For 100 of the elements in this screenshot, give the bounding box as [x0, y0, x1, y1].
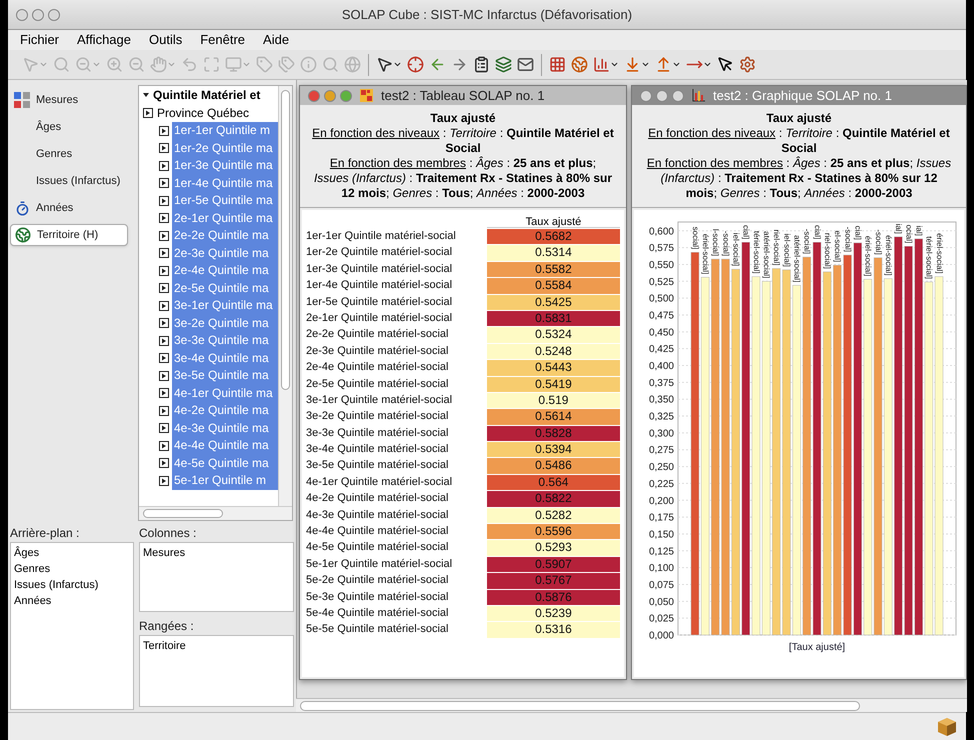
- tags-icon: [278, 56, 295, 73]
- tree-item[interactable]: 1er-1er Quintile m: [172, 122, 278, 140]
- tree-item[interactable]: 2e-1er Quintile ma: [172, 210, 278, 227]
- minimize-button[interactable]: [656, 90, 668, 102]
- window-title: SOLAP Cube : SIST-MC Infarctus (Défavorisation): [342, 6, 632, 24]
- tree-item[interactable]: 1er-5e Quintile ma: [172, 192, 278, 210]
- bar-label: ériel-social]: [864, 236, 873, 276]
- list-item[interactable]: Années: [14, 593, 130, 609]
- node-icon: [159, 300, 169, 311]
- bar-label: el-social]: [833, 230, 842, 262]
- close-button[interactable]: [640, 90, 652, 102]
- arrow-down-icon: [624, 56, 641, 73]
- tree-item[interactable]: 1er-3e Quintile ma: [172, 157, 278, 174]
- criteria-label[interactable]: En fonction des niveaux: [648, 126, 776, 140]
- criteria-label[interactable]: En fonction des niveaux: [312, 126, 440, 140]
- zoom-out-icon: [75, 56, 92, 73]
- horizontal-scrollbar[interactable]: [139, 506, 292, 520]
- menu-item[interactable]: Aide: [263, 30, 290, 50]
- tree-item[interactable]: 3e-3e Quintile ma: [172, 332, 278, 350]
- caret-icon: [641, 60, 650, 69]
- value-cell: 0.5614: [486, 409, 620, 425]
- tree-node[interactable]: Quintile Matériel et: [139, 86, 278, 104]
- tree-item[interactable]: 4e-1er Quintile ma: [172, 384, 278, 402]
- tree-item[interactable]: 1er-4e Quintile ma: [172, 174, 278, 192]
- value-cell: 0.5907: [486, 556, 620, 572]
- dimension-item[interactable]: Années: [10, 197, 128, 219]
- tree-item[interactable]: 3e-4e Quintile ma: [172, 350, 278, 367]
- tree-item[interactable]: 5e-1er Quintile m: [172, 472, 278, 490]
- bar-label: iel-social]: [732, 232, 741, 266]
- list-item[interactable]: Genres: [14, 561, 130, 577]
- row-header: 4e-5e Quintile matériel-social: [306, 540, 450, 556]
- tree-item[interactable]: 3e-2e Quintile ma: [172, 314, 278, 332]
- axis-tick-label: 0,600: [648, 226, 674, 238]
- tree-item[interactable]: 4e-5e Quintile ma: [172, 454, 278, 472]
- tree-item[interactable]: 4e-2e Quintile ma: [172, 402, 278, 420]
- axis-tick-label: 0,425: [648, 344, 674, 356]
- value-cell: 0.5239: [486, 606, 620, 622]
- tree-item[interactable]: 3e-1er Quintile ma: [172, 297, 278, 314]
- close-button[interactable]: [16, 8, 28, 20]
- menu-item[interactable]: Fenêtre: [200, 30, 246, 50]
- value-cell: 0.5767: [486, 573, 620, 589]
- minimize-button[interactable]: [324, 90, 336, 102]
- axis-tick-label: 0,400: [648, 361, 674, 372]
- tree-item[interactable]: 4e-4e Quintile ma: [172, 437, 278, 454]
- row-header: 2e-1er Quintile matériel-social: [306, 310, 454, 326]
- tree-item[interactable]: 4e-3e Quintile ma: [172, 420, 278, 437]
- list-item[interactable]: Âges: [14, 545, 130, 561]
- row-header: 2e-2e Quintile matériel-social: [306, 327, 450, 342]
- row-header: 4e-3e Quintile matériel-social: [306, 508, 450, 523]
- menu-item[interactable]: Outils: [148, 30, 182, 50]
- node-icon: [159, 458, 169, 468]
- close-button[interactable]: [308, 90, 320, 102]
- menu-item[interactable]: Affichage: [77, 30, 131, 50]
- criteria-label[interactable]: En fonction des membres: [330, 156, 466, 170]
- tree-node[interactable]: Province Québec: [157, 104, 250, 122]
- caret-icon: [393, 60, 402, 69]
- value-cell: 0.5293: [486, 540, 620, 556]
- row-header: 4e-2e Quintile matériel-social: [306, 491, 450, 506]
- zoom-button[interactable]: [340, 90, 352, 102]
- row-header: 2e-5e Quintile matériel-social: [306, 376, 450, 392]
- value-cell: 0.5419: [486, 376, 620, 392]
- bar-label: iel-social]: [782, 234, 792, 267]
- bar-label: ocial]: [904, 224, 914, 244]
- zoom-button[interactable]: [672, 90, 684, 102]
- value-cell: 0.5486: [486, 458, 620, 474]
- list-item[interactable]: Issues (Infarctus): [14, 577, 130, 593]
- minimize-button[interactable]: [32, 8, 44, 20]
- tree-item[interactable]: 2e-4e Quintile ma: [172, 262, 278, 280]
- dimension-item[interactable]: Mesures: [10, 89, 128, 111]
- dimension-item[interactable]: Territoire (H): [10, 224, 128, 246]
- tree-item[interactable]: 1er-2e Quintile ma: [172, 140, 278, 157]
- dimension-item[interactable]: Genres: [10, 143, 128, 165]
- tree-item[interactable]: 2e-2e Quintile ma: [172, 227, 278, 244]
- axis-tick-label: 0,200: [648, 496, 674, 507]
- undo-icon: [181, 56, 198, 73]
- tree-item[interactable]: 2e-3e Quintile ma: [172, 244, 278, 262]
- bar-label: cial]: [742, 224, 751, 240]
- axis-tick-label: 0,350: [648, 394, 674, 406]
- criteria-label[interactable]: En fonction des membres: [646, 156, 783, 170]
- axis-tick-label: 0,050: [648, 596, 674, 608]
- bar-label: tériel-social]: [924, 236, 934, 279]
- dimension-item[interactable]: Âges: [10, 116, 128, 138]
- zoom-button[interactable]: [48, 8, 60, 20]
- hand-icon: [150, 56, 167, 73]
- value-cell: 0.5596: [486, 524, 620, 540]
- dimension-item[interactable]: Issues (Infarctus): [10, 170, 128, 192]
- fit-icon: [203, 56, 220, 73]
- tree-item[interactable]: 2e-5e Quintile ma: [172, 280, 278, 297]
- bar-label: cial]: [854, 226, 863, 240]
- row-header: 2e-3e Quintile matériel-social: [306, 344, 450, 359]
- vertical-scrollbar[interactable]: [278, 86, 292, 506]
- row-header: 3e-5e Quintile matériel-social: [306, 458, 450, 474]
- horizontal-scrollbar[interactable]: [296, 698, 967, 712]
- bar-label: cial]: [812, 224, 822, 240]
- axis-tick-label: 0,100: [648, 563, 674, 574]
- list-item[interactable]: Mesures: [143, 545, 290, 561]
- tree-item[interactable]: 3e-5e Quintile ma: [172, 367, 278, 384]
- value-cell: 0.5394: [486, 442, 620, 458]
- menu-item[interactable]: Fichier: [20, 30, 60, 50]
- list-item[interactable]: Territoire: [143, 638, 290, 654]
